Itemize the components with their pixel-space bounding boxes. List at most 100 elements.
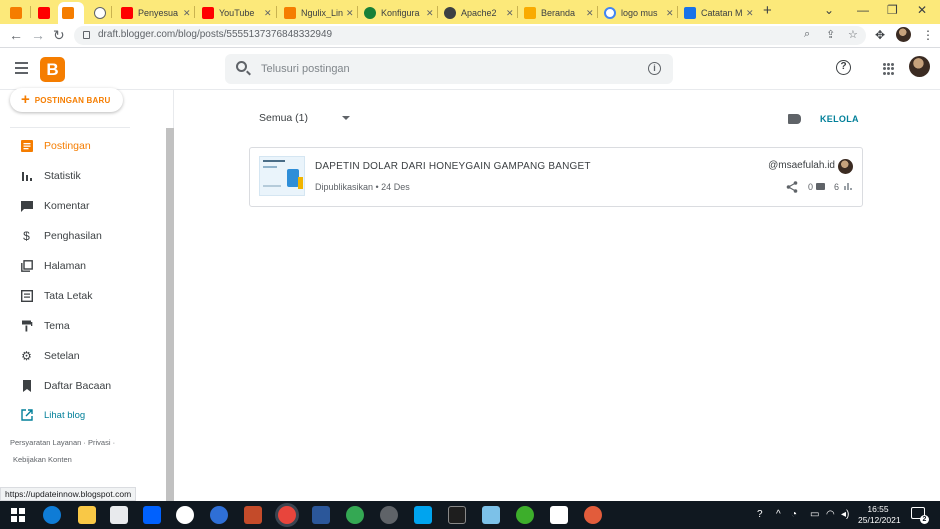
new-tab-button[interactable]: + xyxy=(763,3,772,19)
share-page-icon[interactable]: ⇪ xyxy=(826,28,835,41)
post-title[interactable]: DAPETIN DOLAR DARI HONEYGAIN GAMPANG BAN… xyxy=(315,161,591,172)
store-icon[interactable] xyxy=(414,506,432,524)
tab-penyesuaian[interactable]: Penyesua ✕ xyxy=(117,2,195,24)
network-icon[interactable]: ▭ xyxy=(810,509,819,520)
author-avatar xyxy=(838,159,853,174)
sidebar-scrollbar[interactable] xyxy=(166,128,174,501)
restore-icon[interactable]: ❐ xyxy=(887,3,898,17)
extensions-puzzle-icon[interactable]: ✥ xyxy=(875,28,885,42)
tab-blogger-1[interactable] xyxy=(6,2,31,24)
tab-konfigurasi[interactable]: Konfigura ✕ xyxy=(360,2,438,24)
address-bar[interactable]: draft.blogger.com/blog/posts/55551373768… xyxy=(74,26,866,45)
close-tab-icon[interactable]: ✕ xyxy=(346,8,354,19)
close-tab-icon[interactable]: ✕ xyxy=(426,8,434,19)
clock-time: 16:55 xyxy=(867,504,889,514)
post-filter-dropdown[interactable]: Semua (1) xyxy=(259,112,308,124)
tab-search-icon[interactable]: ⌄ xyxy=(824,3,834,17)
mail-icon[interactable] xyxy=(110,506,128,524)
tab-youtube-1[interactable] xyxy=(34,2,59,24)
app-icon[interactable] xyxy=(210,506,228,524)
tab-catatan[interactable]: Catatan M ✕ xyxy=(680,2,758,24)
blogger-header: B i ? xyxy=(0,49,940,90)
chrome-icon[interactable] xyxy=(278,506,296,524)
taskbar-clock[interactable]: 16:55 25/12/2021 xyxy=(858,504,901,526)
sidebar-item-setelan[interactable]: ⚙ Setelan xyxy=(0,344,160,368)
app-icon[interactable] xyxy=(516,506,534,524)
tab-blogger-active[interactable] xyxy=(58,2,84,24)
close-tab-icon[interactable]: ✕ xyxy=(746,8,754,19)
show-hidden-icons-icon[interactable]: ^ xyxy=(776,509,781,520)
terminal-icon[interactable] xyxy=(448,506,466,524)
profile-avatar-small[interactable] xyxy=(896,27,911,42)
tab-logo-musik[interactable]: logo mus ✕ xyxy=(600,2,678,24)
notes-icon[interactable] xyxy=(482,506,500,524)
search-input[interactable] xyxy=(261,61,641,77)
hamburger-menu-icon[interactable] xyxy=(15,62,28,77)
minimize-icon[interactable]: — xyxy=(857,3,869,17)
dropbox-icon[interactable] xyxy=(143,506,161,524)
sidebar-item-tata-letak[interactable]: Tata Letak xyxy=(0,284,160,308)
back-arrow-icon[interactable]: ← xyxy=(9,27,23,43)
file-explorer-icon[interactable] xyxy=(78,506,96,524)
windows-start-icon[interactable] xyxy=(11,508,25,522)
close-window-icon[interactable]: ✕ xyxy=(917,3,927,17)
browser-menu-icon[interactable]: ⋮ xyxy=(922,28,934,42)
volume-icon[interactable]: ◂) xyxy=(841,509,849,520)
settings-gear-icon[interactable] xyxy=(380,506,398,524)
google-apps-icon[interactable] xyxy=(883,63,895,75)
sidebar-item-penghasilan[interactable]: $ Penghasilan xyxy=(0,224,160,248)
wifi-tray-icon[interactable]: ◔ xyxy=(791,509,797,520)
url-text: draft.blogger.com/blog/posts/55551373768… xyxy=(98,29,333,40)
blogger-logo-icon[interactable]: B xyxy=(40,57,65,82)
tab-ngulix[interactable]: Ngulix_Lin ✕ xyxy=(280,2,358,24)
new-post-button[interactable]: + POSTINGAN BARU xyxy=(10,88,123,112)
close-tab-icon[interactable]: ✕ xyxy=(506,8,514,19)
post-list-item[interactable]: DAPETIN DOLAR DARI HONEYGAIN GAMPANG BAN… xyxy=(249,147,863,207)
sidebar-item-postingan[interactable]: Postingan xyxy=(0,134,160,158)
wifi-favicon-icon xyxy=(364,7,376,19)
app-icon[interactable] xyxy=(584,506,602,524)
sidebar-item-komentar[interactable]: Komentar xyxy=(0,194,160,218)
winrar-icon[interactable] xyxy=(244,506,262,524)
label-icon[interactable] xyxy=(788,114,801,124)
forward-arrow-icon[interactable]: → xyxy=(31,27,45,43)
clock-date: 25/12/2021 xyxy=(858,515,901,525)
tab-apache2[interactable]: Apache2 ✕ xyxy=(440,2,518,24)
close-tab-icon[interactable]: ✕ xyxy=(586,8,594,19)
clapperboard-icon[interactable] xyxy=(550,506,568,524)
sidebar-item-daftar-bacaan[interactable]: Daftar Bacaan xyxy=(0,374,160,398)
tab-beranda[interactable]: Beranda ✕ xyxy=(520,2,598,24)
account-avatar[interactable] xyxy=(909,56,930,77)
sidebar-item-tema[interactable]: Tema xyxy=(0,314,160,338)
search-icon[interactable] xyxy=(236,61,247,72)
zoom-icon[interactable]: ⌕ xyxy=(804,28,810,41)
help-tray-icon[interactable]: ? xyxy=(757,509,763,520)
privacy-link[interactable]: Privasi xyxy=(88,438,111,447)
tab-youtube[interactable]: YouTube ✕ xyxy=(198,2,276,24)
content-policy-link[interactable]: Kebijakan Konten xyxy=(13,455,72,464)
wifi-icon[interactable]: ◠ xyxy=(826,509,835,520)
notification-center-icon[interactable]: 2 xyxy=(911,507,929,524)
close-tab-icon[interactable]: ✕ xyxy=(264,8,272,19)
post-author: @msaefulah.id xyxy=(768,160,835,171)
github-icon[interactable] xyxy=(176,506,194,524)
help-icon[interactable]: ? xyxy=(836,60,851,75)
chevron-down-icon[interactable] xyxy=(342,116,350,120)
sidebar-item-statistik[interactable]: Statistik xyxy=(0,164,160,188)
terms-link[interactable]: Persyaratan Layanan xyxy=(10,438,81,447)
search-bar[interactable]: i xyxy=(225,54,673,84)
bookmark-star-icon[interactable]: ☆ xyxy=(848,28,858,41)
sidebar-item-label: Tata Letak xyxy=(44,290,93,302)
word-icon[interactable] xyxy=(312,506,330,524)
reload-icon[interactable]: ↻ xyxy=(53,27,65,43)
sidebar-item-halaman[interactable]: Halaman xyxy=(0,254,160,278)
close-tab-icon[interactable]: ✕ xyxy=(183,8,191,19)
globe-favicon-icon xyxy=(444,7,456,19)
close-tab-icon[interactable]: ✕ xyxy=(666,8,674,19)
info-icon[interactable]: i xyxy=(648,62,661,75)
edge-icon[interactable] xyxy=(43,506,61,524)
chrome-profile-icon[interactable] xyxy=(346,506,364,524)
manage-labels-button[interactable]: KELOLA xyxy=(820,114,859,124)
share-icon[interactable] xyxy=(786,181,798,196)
sidebar-item-lihat-blog[interactable]: Lihat blog xyxy=(0,403,160,427)
